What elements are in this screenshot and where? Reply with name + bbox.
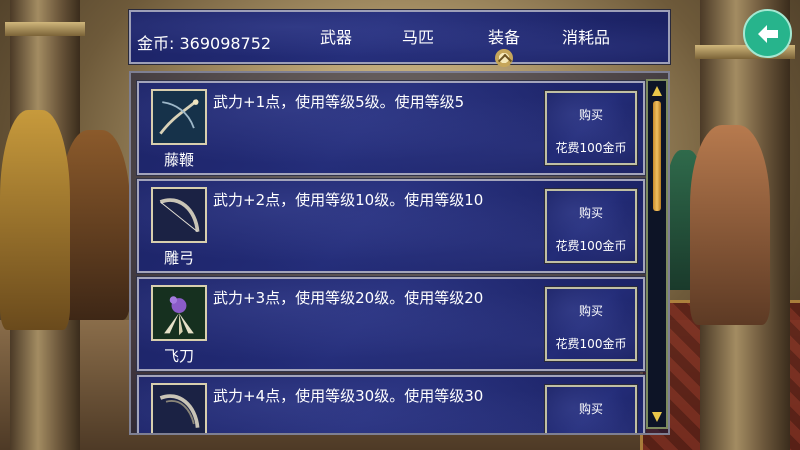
gold-balance: 金币: 369098752 [137, 34, 272, 53]
cost-label: 花费100金币 [555, 141, 627, 155]
scroll-thumb[interactable] [653, 101, 661, 211]
armored-general-figure [0, 110, 70, 330]
bow-icon [151, 383, 207, 433]
pillar-ring [5, 22, 85, 36]
tab-label: 武器 [319, 28, 352, 47]
list-item: 武力+4点，使用等级30级。使用等级30 购买 [136, 374, 646, 433]
tab-label: 马匹 [401, 28, 434, 47]
bow-icon [151, 187, 207, 243]
buy-button[interactable]: 购买 花费100金币 [544, 90, 638, 166]
buy-label: 购买 [578, 206, 603, 220]
tab-equipment[interactable]: 装备 [469, 24, 539, 67]
list-item: 藤鞭 武力+1点，使用等级5级。使用等级5 购买 花费100金币 [136, 80, 646, 176]
merchant-figure [690, 125, 770, 325]
whip-icon [151, 89, 207, 145]
scrollbar[interactable] [646, 79, 668, 429]
scroll-down-arrow-icon[interactable] [651, 411, 663, 423]
item-name: 雕弓 [163, 249, 194, 267]
tab-label: 装备 [487, 28, 520, 47]
tab-horses[interactable]: 马匹 [383, 24, 453, 48]
tab-consumables[interactable]: 消耗品 [551, 24, 621, 48]
tab-label: 消耗品 [561, 28, 610, 47]
scroll-up-arrow-icon[interactable] [651, 85, 663, 97]
buy-label: 购买 [578, 304, 603, 318]
item-description: 武力+2点，使用等级10级。使用等级10 [213, 191, 484, 209]
cost-label: 花费100金币 [555, 337, 627, 351]
item-name: 藤鞭 [163, 151, 194, 169]
soldier-figure [60, 130, 130, 320]
buy-button[interactable]: 购买 花费100金币 [544, 286, 638, 362]
item-description: 武力+1点，使用等级5级。使用等级5 [213, 93, 465, 111]
list-item: 飞刀 武力+3点，使用等级20级。使用等级20 购买 花费100金币 [136, 276, 646, 372]
back-button[interactable] [743, 9, 792, 58]
throwing-knives-icon [151, 285, 207, 341]
list-item: 雕弓 武力+2点，使用等级10级。使用等级10 购买 花费100金币 [136, 178, 646, 274]
tab-weapons[interactable]: 武器 [301, 24, 371, 48]
item-description: 武力+3点，使用等级20级。使用等级20 [213, 289, 484, 307]
active-tab-indicator-icon [495, 49, 513, 67]
item-description: 武力+4点，使用等级30级。使用等级30 [213, 387, 484, 405]
arrow-left-icon [757, 24, 778, 43]
buy-label: 购买 [578, 402, 603, 416]
shop-header: 金币: 369098752 武器 马匹 装备 消耗品 [128, 9, 671, 67]
item-name: 飞刀 [163, 347, 194, 365]
buy-label: 购买 [578, 108, 603, 122]
cost-label: 花费100金币 [555, 239, 627, 253]
buy-button[interactable]: 购买 花费100金币 [544, 188, 638, 264]
buy-button[interactable]: 购买 [544, 384, 638, 433]
item-list[interactable]: 藤鞭 武力+1点，使用等级5级。使用等级5 购买 花费100金币 雕弓 武力+2… [129, 71, 670, 435]
